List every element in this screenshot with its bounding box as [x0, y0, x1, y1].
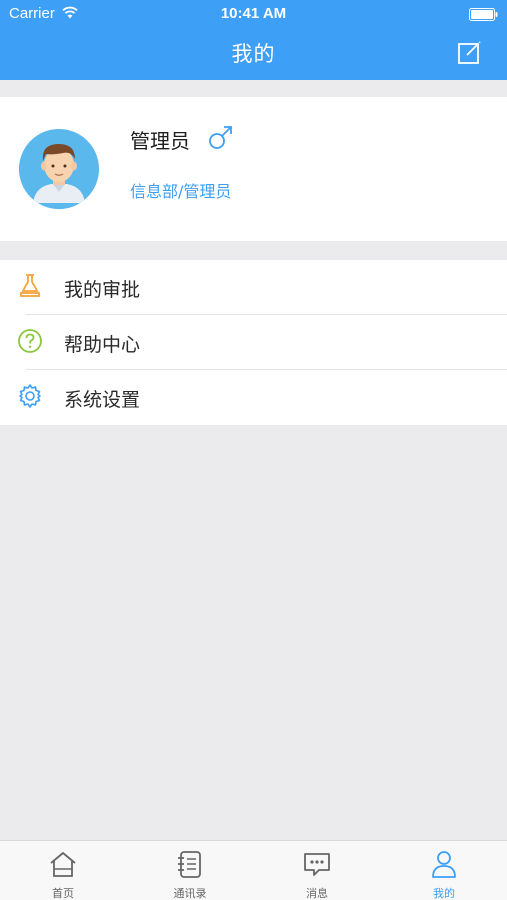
status-bar: Carrier 10:41 AM	[0, 0, 507, 28]
approval-icon	[20, 274, 40, 297]
battery-icon	[469, 8, 498, 21]
male-icon	[209, 126, 232, 149]
user-icon	[432, 851, 456, 878]
menu-item-settings[interactable]: 系统设置	[0, 370, 507, 425]
menu-label-approval: 我的审批	[64, 279, 141, 301]
tab-contacts[interactable]: 通讯录	[127, 841, 253, 900]
menu-item-help[interactable]: 帮助中心	[0, 315, 507, 370]
settings-icon	[19, 384, 41, 408]
contacts-icon	[178, 851, 201, 878]
tab-label-contacts: 通讯录	[173, 887, 207, 900]
help-icon	[18, 329, 42, 353]
home-icon	[50, 852, 76, 877]
tab-label-messages: 消息	[306, 887, 328, 900]
menu-list: 我的审批 帮助中心 系统设置	[0, 260, 507, 425]
avatar[interactable]	[19, 129, 99, 209]
tab-label-home: 首页	[52, 887, 74, 900]
page-title: 我的	[231, 42, 276, 66]
profile-department: 信息部/管理员	[130, 182, 232, 201]
profile-card[interactable]: 管理员 信息部/管理员	[0, 97, 507, 241]
message-icon	[304, 853, 330, 876]
tab-mine[interactable]: 我的	[381, 841, 507, 900]
menu-label-help: 帮助中心	[64, 334, 141, 356]
tab-messages[interactable]: 消息	[254, 841, 380, 900]
user-avatar-icon	[19, 129, 99, 209]
menu-item-approval[interactable]: 我的审批	[0, 260, 507, 315]
edit-icon[interactable]	[457, 39, 483, 65]
nav-header: Carrier 10:41 AM 我的	[0, 0, 507, 80]
tab-label-mine: 我的	[433, 887, 455, 900]
status-time: 10:41 AM	[220, 5, 287, 22]
menu-label-settings: 系统设置	[64, 389, 141, 411]
profile-name: 管理员	[130, 129, 190, 153]
tab-bar: 首页 通讯录 消息 我的	[0, 840, 507, 900]
tab-home[interactable]: 首页	[0, 841, 126, 900]
